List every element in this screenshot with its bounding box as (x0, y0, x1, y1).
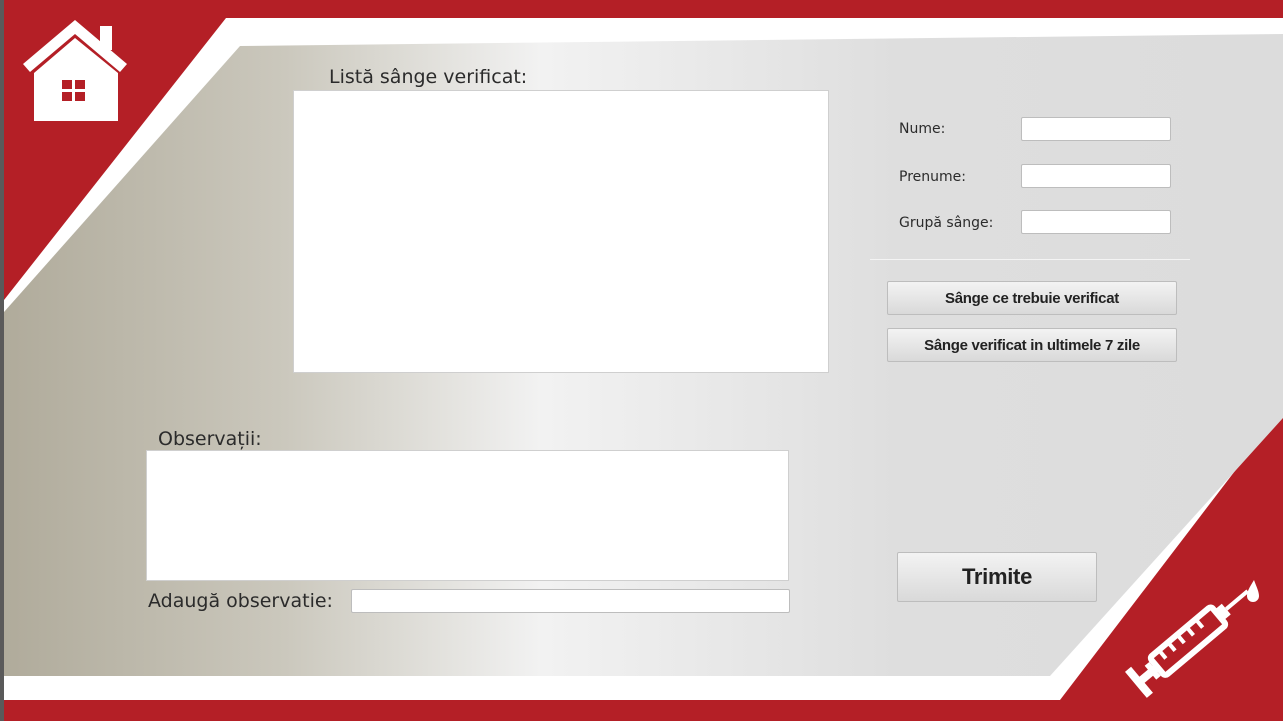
verified-blood-list-label: Listă sânge verificat: (329, 66, 528, 88)
blood-group-input[interactable] (1021, 210, 1171, 234)
verified-blood-list[interactable] (293, 90, 829, 373)
syringe-icon (1125, 580, 1259, 698)
observations-label: Observații: (158, 428, 262, 450)
observations-box[interactable] (146, 450, 789, 581)
blood-group-label: Grupă sânge: (899, 215, 994, 231)
prenume-label: Prenume: (899, 169, 966, 185)
add-observation-label: Adaugă observatie: (148, 590, 333, 612)
nume-label: Nume: (899, 121, 946, 137)
prenume-input[interactable] (1021, 164, 1171, 188)
form-divider (870, 259, 1190, 260)
blood-to-verify-button[interactable]: Sânge ce trebuie verificat (887, 281, 1177, 315)
nume-input[interactable] (1021, 117, 1171, 141)
send-button[interactable]: Trimite (897, 552, 1097, 602)
home-icon[interactable] (20, 18, 130, 123)
add-observation-input[interactable] (351, 589, 790, 613)
app-window: Listă sânge verificat: Observații: Adaug… (0, 0, 1283, 721)
blood-verified-7days-button[interactable]: Sânge verificat in ultimele 7 zile (887, 328, 1177, 362)
